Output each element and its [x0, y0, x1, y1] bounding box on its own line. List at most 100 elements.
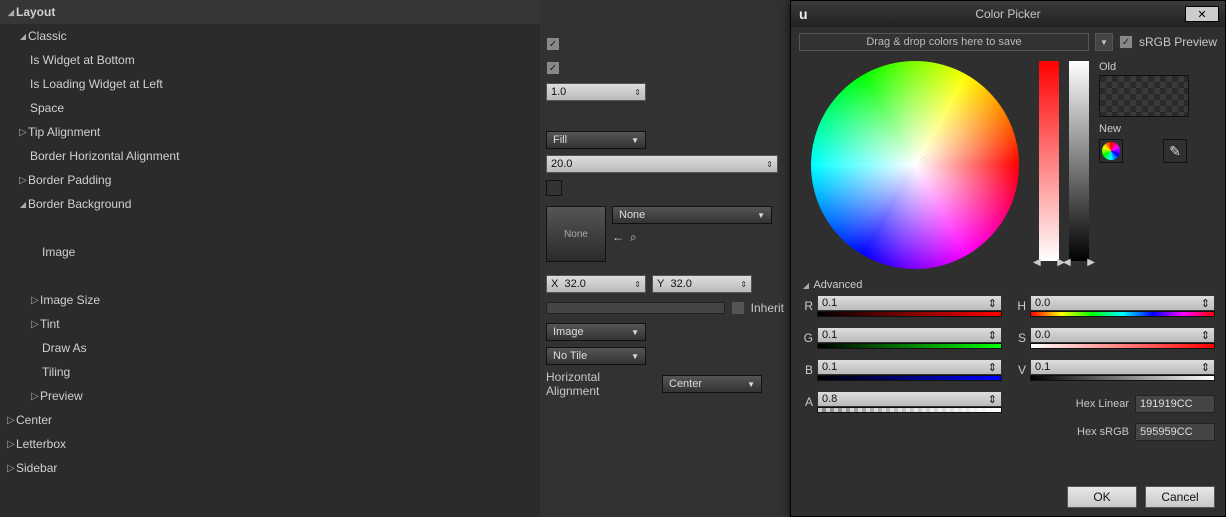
saturation-slider[interactable]: ◀▶: [1039, 61, 1059, 261]
tint-swatch[interactable]: [546, 302, 725, 314]
input-border-padding[interactable]: 20.0⇕: [546, 155, 778, 173]
section-layout[interactable]: Layout: [0, 0, 540, 24]
label-a: A: [801, 395, 813, 409]
item-sidebar[interactable]: Sidebar: [0, 456, 540, 480]
checkbox-srgb[interactable]: ✓: [1119, 35, 1133, 49]
item-border-padding[interactable]: Border Padding: [0, 168, 540, 192]
item-preview[interactable]: Preview: [0, 384, 540, 408]
label-hex-linear: Hex Linear: [1076, 398, 1129, 410]
expand-colors-button[interactable]: ▼: [1095, 33, 1113, 51]
close-button[interactable]: ✕: [1185, 6, 1219, 22]
item-label: Border Padding: [28, 173, 111, 187]
section-advanced[interactable]: Advanced: [801, 279, 1215, 291]
item-tip-alignment[interactable]: Tip Alignment: [0, 120, 540, 144]
input-s[interactable]: 0.0⇕: [1030, 327, 1215, 343]
swatch-border-bg[interactable]: [546, 180, 562, 196]
item-label: Preview: [40, 389, 83, 403]
input-v[interactable]: 0.1⇕: [1030, 359, 1215, 375]
input-g[interactable]: 0.1⇕: [817, 327, 1002, 343]
input-image-size-x[interactable]: X 32.0⇕: [546, 275, 646, 293]
slider-b[interactable]: [817, 375, 1002, 381]
label-srgb: sRGB Preview: [1139, 35, 1217, 49]
swatch-old[interactable]: [1099, 75, 1189, 117]
item-label: Border Background: [28, 197, 131, 211]
titlebar[interactable]: u Color Picker ✕: [791, 1, 1225, 27]
dropdown-asset[interactable]: None▼: [612, 206, 772, 224]
checkbox-loading-left[interactable]: ✓: [546, 61, 560, 75]
expand-icon[interactable]: [30, 295, 40, 306]
slider-g[interactable]: [817, 343, 1002, 349]
item-is-widget-bottom[interactable]: Is Widget at Bottom: [0, 48, 540, 72]
item-label: Image Size: [40, 293, 100, 307]
use-selected-icon[interactable]: ←: [612, 230, 624, 245]
slider-s[interactable]: [1030, 343, 1215, 349]
chevron-down-icon: ▼: [757, 211, 765, 220]
unreal-logo-icon: u: [799, 6, 808, 22]
slider-r[interactable]: [817, 311, 1002, 317]
checkbox-inherit[interactable]: [731, 301, 745, 315]
expand-icon[interactable]: [6, 415, 16, 426]
item-classic[interactable]: Classic: [0, 24, 540, 48]
dropdown-tiling[interactable]: No Tile▼: [546, 347, 646, 365]
item-label: Draw As: [42, 341, 87, 355]
dropdown-draw-as[interactable]: Image▼: [546, 323, 646, 341]
input-h[interactable]: 0.0⇕: [1030, 295, 1215, 311]
ok-button[interactable]: OK: [1067, 486, 1137, 508]
input-a[interactable]: 0.8⇕: [817, 391, 1002, 407]
chevron-down-icon: ▼: [631, 136, 639, 145]
item-tint[interactable]: Tint: [0, 312, 540, 336]
expand-icon[interactable]: [18, 127, 28, 138]
item-border-background[interactable]: Border Background: [0, 192, 540, 216]
input-hex-linear[interactable]: 191919CC: [1135, 395, 1215, 413]
label-g: G: [801, 331, 813, 345]
color-drop-target[interactable]: Drag & drop colors here to save: [799, 33, 1089, 51]
input-hex-srgb[interactable]: 595959CC: [1135, 423, 1215, 441]
input-space[interactable]: 1.0⇕: [546, 83, 646, 101]
slider-v[interactable]: [1030, 375, 1215, 381]
expand-icon[interactable]: [6, 7, 16, 18]
cancel-button[interactable]: Cancel: [1145, 486, 1215, 508]
item-label: Letterbox: [16, 437, 66, 451]
expand-icon[interactable]: [30, 391, 40, 402]
item-center[interactable]: Center: [0, 408, 540, 432]
item-border-halign[interactable]: Border Horizontal Alignment: [0, 144, 540, 168]
item-is-loading-left[interactable]: Is Loading Widget at Left: [0, 72, 540, 96]
item-label: Is Widget at Bottom: [30, 53, 135, 67]
slider-h[interactable]: [1030, 311, 1215, 317]
input-r[interactable]: 0.1⇕: [817, 295, 1002, 311]
dropdown-border-halign[interactable]: Fill▼: [546, 131, 646, 149]
slider-a[interactable]: [817, 407, 1002, 413]
expand-icon[interactable]: [6, 439, 16, 450]
input-image-size-y[interactable]: Y 32.0⇕: [652, 275, 752, 293]
item-tiling[interactable]: Tiling: [0, 360, 540, 384]
label-b: B: [801, 363, 813, 377]
browse-icon[interactable]: ⌕: [630, 230, 637, 245]
label-r: R: [801, 299, 813, 313]
expand-icon[interactable]: [6, 463, 16, 474]
theme-button[interactable]: [1099, 139, 1123, 163]
item-label: Tint: [40, 317, 60, 331]
asset-thumbnail[interactable]: None: [546, 206, 606, 262]
item-image-size[interactable]: Image Size: [0, 288, 540, 312]
value-slider[interactable]: ◀▶: [1069, 61, 1089, 261]
item-image[interactable]: Image: [0, 216, 540, 288]
label-v: V: [1014, 363, 1026, 377]
section-title: Layout: [16, 5, 55, 19]
expand-icon[interactable]: [18, 31, 28, 42]
expand-icon[interactable]: [30, 319, 40, 330]
item-draw-as[interactable]: Draw As: [0, 336, 540, 360]
input-b[interactable]: 0.1⇕: [817, 359, 1002, 375]
dropdown-halign[interactable]: Center▼: [662, 375, 762, 393]
item-label: Classic: [28, 29, 67, 43]
color-wheel[interactable]: [811, 61, 1019, 269]
spinner-icon[interactable]: ⇕: [766, 160, 773, 169]
item-letterbox[interactable]: Letterbox: [0, 432, 540, 456]
wheel-cursor-icon[interactable]: [921, 157, 927, 163]
eyedropper-button[interactable]: ✎: [1163, 139, 1187, 163]
expand-icon[interactable]: [18, 175, 28, 186]
expand-icon[interactable]: [18, 199, 28, 210]
item-space[interactable]: Space: [0, 96, 540, 120]
item-label: Tip Alignment: [28, 125, 100, 139]
checkbox-widget-bottom[interactable]: ✓: [546, 37, 560, 51]
spinner-icon[interactable]: ⇕: [634, 88, 641, 97]
